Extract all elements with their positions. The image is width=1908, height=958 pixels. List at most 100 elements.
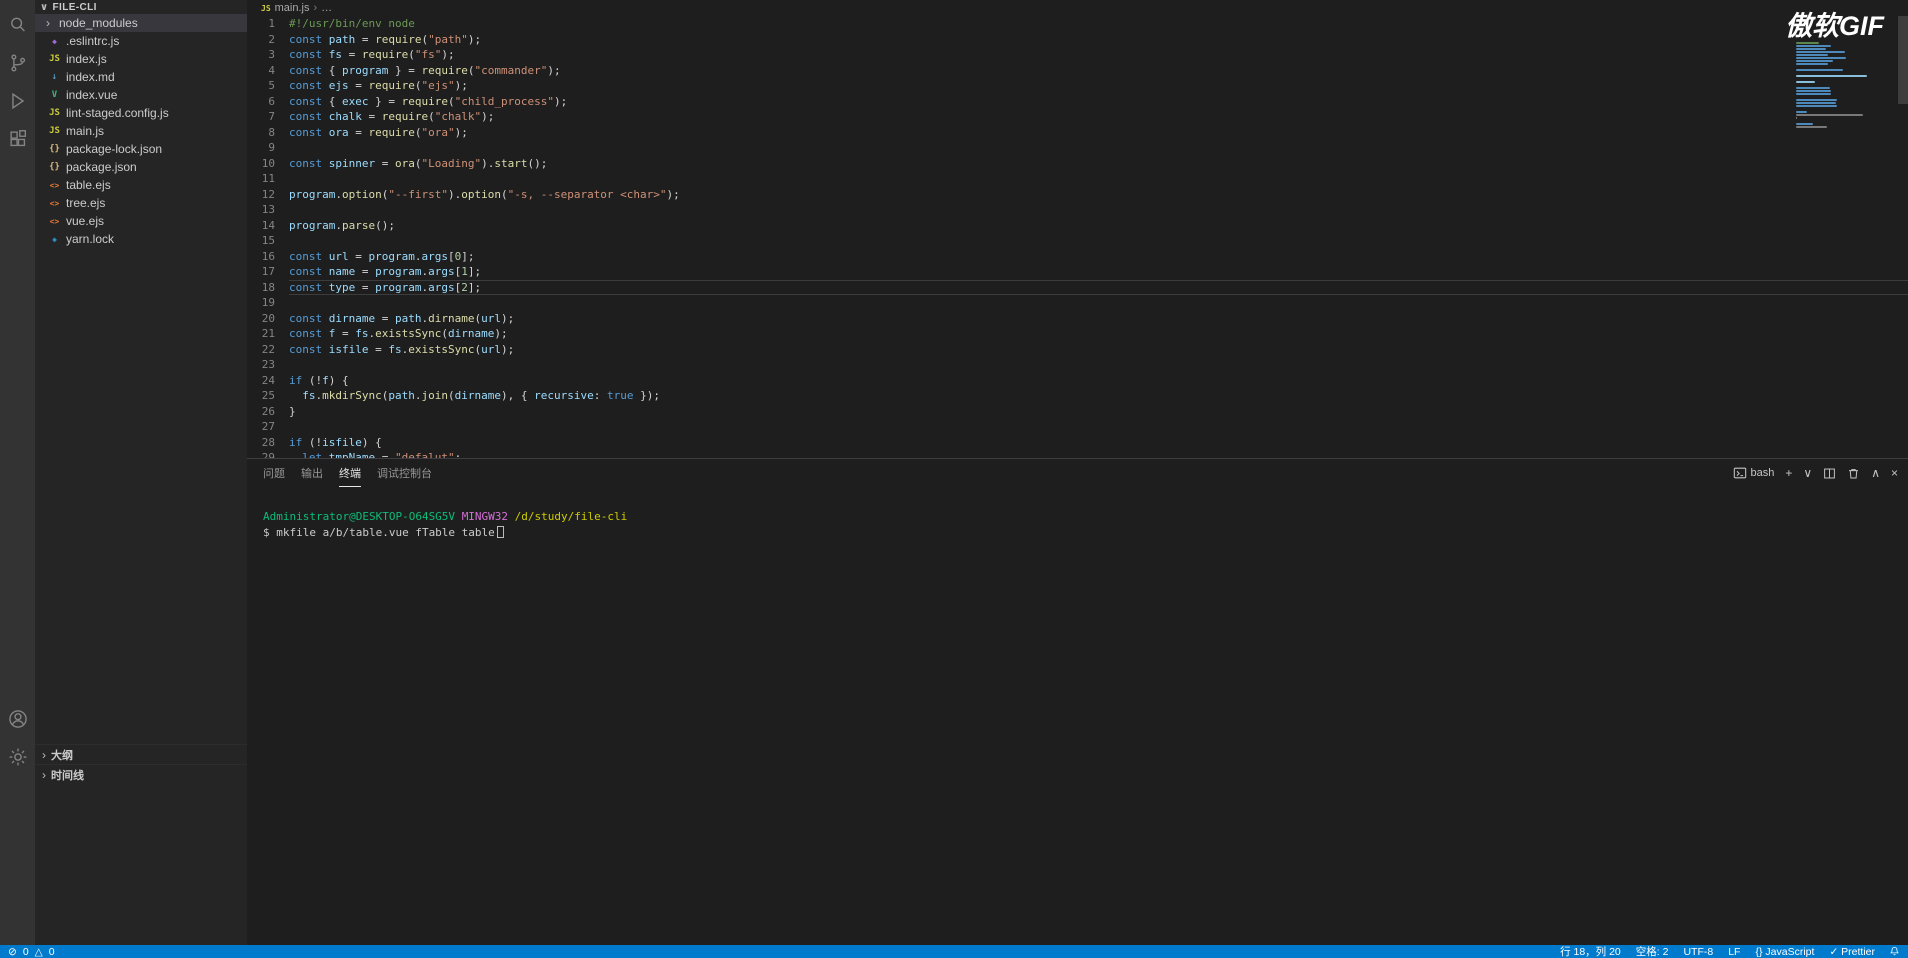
error-count: 0 xyxy=(22,945,29,958)
bottom-panel: 问题 输出 终端 调试控制台 bash + ∨ ∧ × Administrato… xyxy=(247,458,1908,945)
code-line-5[interactable]: 5 const ejs = require("ejs"); xyxy=(247,78,1908,94)
file-item-index.js[interactable]: JS index.js xyxy=(35,50,247,68)
new-terminal-button[interactable]: + xyxy=(1785,466,1792,480)
status-item[interactable]: 行 18，列 20 xyxy=(1560,944,1621,958)
notifications-bell-icon[interactable] xyxy=(1889,946,1900,957)
code-line-22[interactable]: 22 const isfile = fs.existsSync(url); xyxy=(247,342,1908,358)
file-label: node_modules xyxy=(59,16,138,30)
chevron-right-icon: › xyxy=(313,2,318,14)
code-line-25[interactable]: 25 fs.mkdirSync(path.join(dirname), { re… xyxy=(247,388,1908,404)
editor-scrollbar[interactable] xyxy=(1898,16,1908,104)
json-file-icon: {} xyxy=(49,144,60,154)
outline-label: 大纲 xyxy=(51,749,73,762)
status-item[interactable]: {} JavaScript xyxy=(1755,946,1814,958)
kill-terminal-button[interactable] xyxy=(1847,467,1860,480)
panel-tab-problems[interactable]: 问题 xyxy=(263,459,285,487)
close-panel-button[interactable]: × xyxy=(1891,466,1898,480)
file-item-package-lock.json[interactable]: {} package-lock.json xyxy=(35,140,247,158)
code-line-13[interactable]: 13 xyxy=(247,202,1908,218)
file-item-package.json[interactable]: {} package.json xyxy=(35,158,247,176)
panel-tab-debug-console[interactable]: 调试控制台 xyxy=(377,459,432,487)
line-number: 6 xyxy=(268,94,275,108)
code-line-9[interactable]: 9 xyxy=(247,140,1908,156)
minimap[interactable] xyxy=(1796,42,1892,128)
code-line-4[interactable]: 4 const { program } = require("commander"… xyxy=(247,63,1908,79)
code-line-29[interactable]: 29 let tmpName = "defalut"; xyxy=(247,450,1908,458)
terminal-content[interactable]: Administrator@DESKTOP-O64SG5V MINGW32 /d… xyxy=(247,487,1908,541)
status-item[interactable]: LF xyxy=(1728,946,1740,958)
account-icon[interactable] xyxy=(0,700,35,738)
activity-bar-bottom xyxy=(0,700,35,776)
code-line-20[interactable]: 20 const dirname = path.dirname(url); xyxy=(247,311,1908,327)
json-file-icon: {} xyxy=(49,162,60,172)
line-number: 28 xyxy=(261,435,275,449)
chevron-down-icon[interactable]: ∨ xyxy=(1803,466,1812,480)
code-line-8[interactable]: 8 const ora = require("ora"); xyxy=(247,125,1908,141)
code-line-7[interactable]: 7 const chalk = require("chalk"); xyxy=(247,109,1908,125)
file-label: package-lock.json xyxy=(66,142,163,156)
code-line-28[interactable]: 28 if (!isfile) { xyxy=(247,435,1908,451)
split-terminal-button[interactable] xyxy=(1823,467,1836,480)
outline-section[interactable]: › 大纲 xyxy=(35,744,247,764)
code-line-6[interactable]: 6 const { exec } = require("child_process… xyxy=(247,94,1908,110)
code-line-16[interactable]: 16 const url = program.args[0]; xyxy=(247,249,1908,265)
code-line-17[interactable]: 17 const name = program.args[1]; xyxy=(247,264,1908,280)
panel-tab-terminal[interactable]: 终端 xyxy=(339,459,361,487)
editor-area: JS main.js › … 1 #!/usr/bin/env node 2 cons… xyxy=(247,0,1908,458)
breadcrumb[interactable]: JS main.js › … xyxy=(247,0,1908,16)
code-line-19[interactable]: 19 xyxy=(247,295,1908,311)
warning-icon: △ xyxy=(34,945,43,958)
code-line-2[interactable]: 2 const path = require("path"); xyxy=(247,32,1908,48)
search-icon[interactable] xyxy=(0,6,35,44)
file-item-main.js[interactable]: JS main.js xyxy=(35,122,247,140)
code-line-1[interactable]: 1 #!/usr/bin/env node xyxy=(247,16,1908,32)
line-number: 3 xyxy=(268,48,275,61)
maximize-panel-button[interactable]: ∧ xyxy=(1871,466,1880,480)
status-item[interactable]: UTF-8 xyxy=(1683,946,1713,958)
code-line-14[interactable]: 14 program.parse(); xyxy=(247,218,1908,234)
code-line-24[interactable]: 24 if (!f) { xyxy=(247,373,1908,389)
code-line-21[interactable]: 21 const f = fs.existsSync(dirname); xyxy=(247,326,1908,342)
source-control-icon[interactable] xyxy=(0,44,35,82)
breadcrumb-more[interactable]: … xyxy=(321,2,332,14)
extensions-icon[interactable] xyxy=(0,120,35,158)
file-label: package.json xyxy=(66,160,137,174)
settings-gear-icon[interactable] xyxy=(0,738,35,776)
file-item-index.md[interactable]: ↓ index.md xyxy=(35,68,247,86)
line-number: 8 xyxy=(268,125,275,139)
panel-header: 问题 输出 终端 调试控制台 bash + ∨ ∧ × xyxy=(247,459,1908,487)
file-item-node_modules[interactable]: › node_modules xyxy=(35,14,247,32)
file-item-tree.ejs[interactable]: <> tree.ejs xyxy=(35,194,247,212)
terminal-shell-selector[interactable]: bash xyxy=(1733,466,1774,480)
file-item-.eslintrc.js[interactable]: ◆ .eslintrc.js xyxy=(35,32,247,50)
run-debug-icon[interactable] xyxy=(0,82,35,120)
file-item-table.ejs[interactable]: <> table.ejs xyxy=(35,176,247,194)
activity-bar xyxy=(0,0,35,945)
breadcrumb-file[interactable]: main.js xyxy=(275,2,310,14)
code-line-12[interactable]: 12 program.option("--first").option("-s, … xyxy=(247,187,1908,203)
code-line-18[interactable]: 18 const type = program.args[2]; xyxy=(247,280,1908,296)
file-item-vue.ejs[interactable]: <> vue.ejs xyxy=(35,212,247,230)
status-item[interactable]: ✓ Prettier xyxy=(1829,946,1875,958)
problems-status[interactable]: ⊘ 0 △ 0 xyxy=(8,946,57,958)
timeline-section[interactable]: › 时间线 xyxy=(35,764,247,784)
line-number: 1 xyxy=(268,17,275,30)
code-line-15[interactable]: 15 xyxy=(247,233,1908,249)
file-item-index.vue[interactable]: Vindex.vue xyxy=(35,86,247,104)
code-line-10[interactable]: 10 const spinner = ora("Loading").start()… xyxy=(247,156,1908,172)
panel-tab-output[interactable]: 输出 xyxy=(301,459,323,487)
explorer-section-header[interactable]: ∨ FILE-CLI xyxy=(35,0,247,14)
code-line-3[interactable]: 3 const fs = require("fs"); xyxy=(247,47,1908,63)
file-item-lint-staged.config.js[interactable]: JS lint-staged.config.js xyxy=(35,104,247,122)
ejs-file-icon: <> xyxy=(49,216,60,226)
file-item-yarn.lock[interactable]: ◆ yarn.lock xyxy=(35,230,247,248)
code-line-23[interactable]: 23 xyxy=(247,357,1908,373)
code-line-27[interactable]: 27 xyxy=(247,419,1908,435)
terminal-icon xyxy=(1733,467,1746,479)
file-label: lint-staged.config.js xyxy=(66,106,169,120)
code-line-11[interactable]: 11 xyxy=(247,171,1908,187)
line-number: 5 xyxy=(268,79,275,92)
status-item[interactable]: 空格: 2 xyxy=(1636,944,1669,958)
file-label: table.ejs xyxy=(66,178,111,192)
code-line-26[interactable]: 26} xyxy=(247,404,1908,420)
